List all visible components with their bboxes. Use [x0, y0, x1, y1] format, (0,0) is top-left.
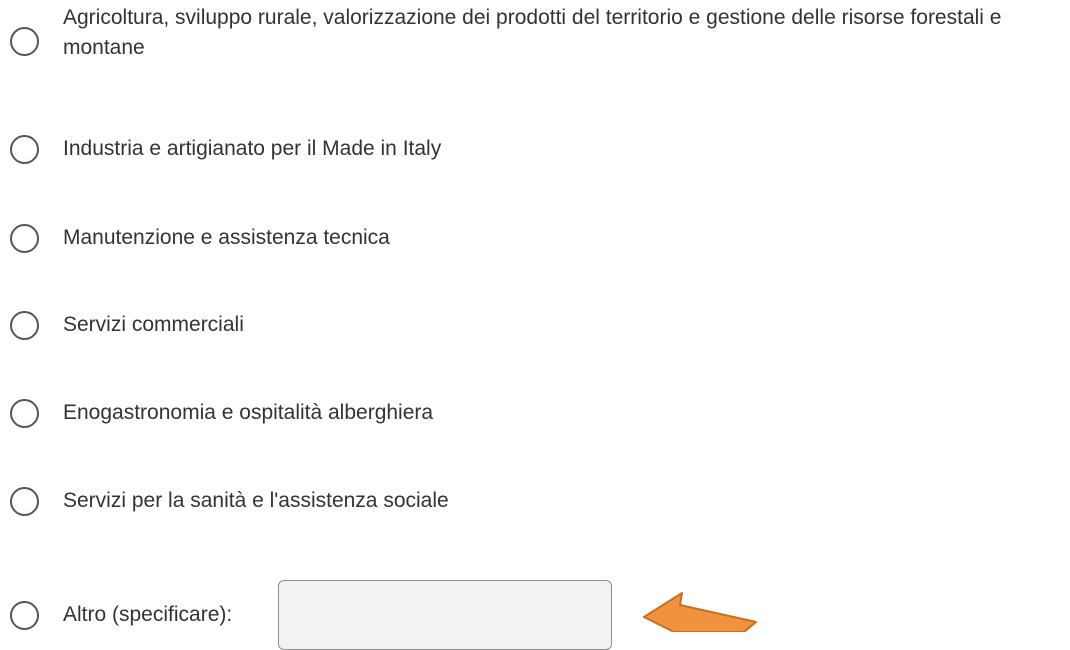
- option-label: Agricoltura, sviluppo rurale, valorizzaz…: [63, 6, 1002, 59]
- radio-button[interactable]: [10, 27, 39, 56]
- radio-button[interactable]: [10, 399, 39, 428]
- radio-button[interactable]: [10, 601, 39, 630]
- option-label: Enogastronomia e ospitalità alberghiera: [63, 401, 434, 424]
- option-label: Industria e artigianato per il Made in I…: [63, 137, 442, 160]
- option-label: Servizi per la sanità e l'assistenza soc…: [63, 489, 449, 512]
- option-label: Manutenzione e assistenza tecnica: [63, 226, 390, 249]
- radio-button[interactable]: [10, 311, 39, 340]
- altro-text-input[interactable]: [278, 580, 612, 650]
- radio-button[interactable]: [10, 135, 39, 164]
- option-label: Servizi commerciali: [63, 313, 244, 336]
- option-label: Altro (specificare):: [63, 603, 233, 626]
- radio-button[interactable]: [10, 487, 39, 516]
- arrow-pointer-icon: [643, 592, 757, 632]
- radio-button[interactable]: [10, 224, 39, 253]
